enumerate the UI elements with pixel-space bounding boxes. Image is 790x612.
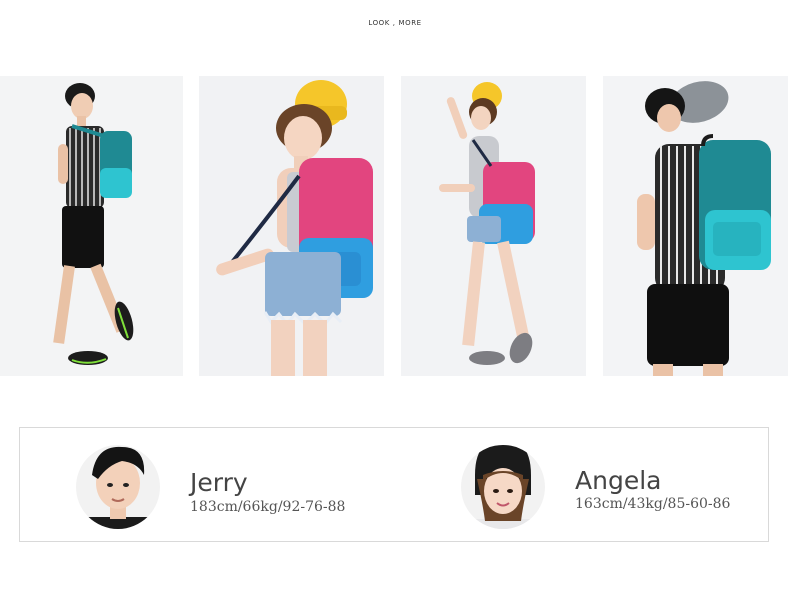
model-stats-angela: 163cm/43kg/85-60-86 bbox=[575, 496, 731, 512]
model-stats-jerry: 183cm/66kg/92-76-88 bbox=[190, 499, 346, 515]
lookbook-photo-jerry-side[interactable] bbox=[0, 76, 183, 376]
section-heading: LOOK , MORE bbox=[368, 19, 422, 27]
model-name-jerry: Jerry bbox=[190, 468, 248, 497]
lookbook-photo-row bbox=[0, 76, 790, 376]
model-name-angela: Angela bbox=[575, 466, 662, 495]
lookbook-photo-jerry-back[interactable] bbox=[603, 76, 788, 376]
avatar-jerry bbox=[76, 435, 160, 535]
model-info-panel: Jerry 183cm/66kg/92-76-88 Angela 163cm/4… bbox=[19, 427, 769, 542]
avatar-angela bbox=[461, 435, 545, 535]
lookbook-photo-angela-close[interactable] bbox=[199, 76, 384, 376]
lookbook-photo-angela-full[interactable] bbox=[401, 76, 586, 376]
